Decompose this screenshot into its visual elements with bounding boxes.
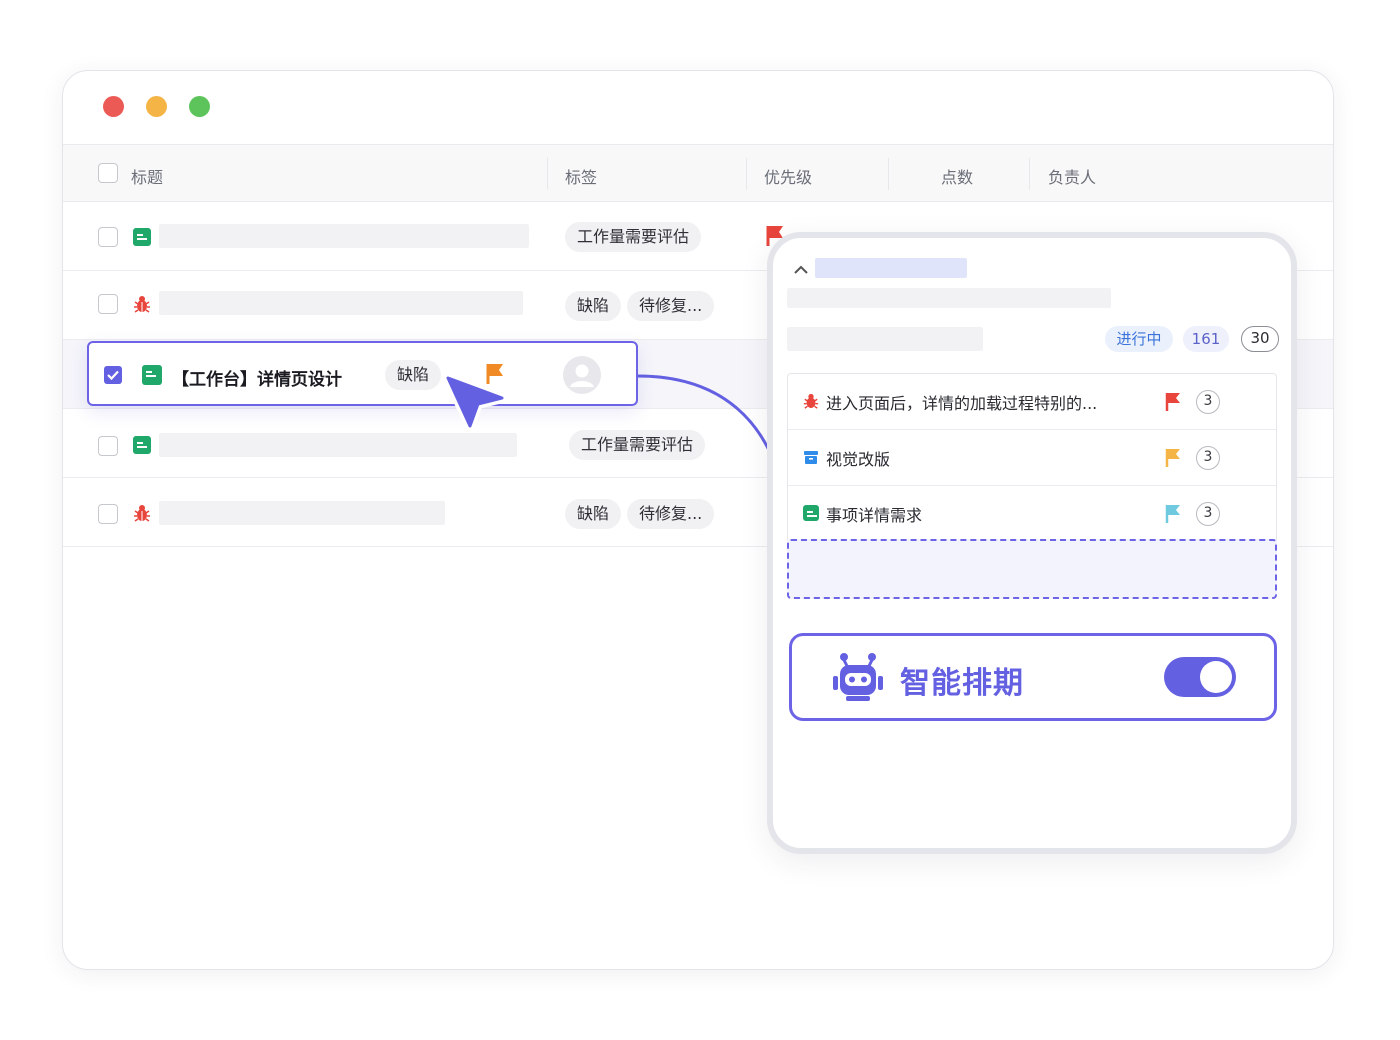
flag-icon [1165, 505, 1180, 523]
list-item-title: 进入页面后，详情的加载过程特别的... [826, 394, 1098, 413]
tag-chip[interactable]: 待修复... [627, 499, 715, 529]
row-checkbox[interactable] [98, 436, 118, 456]
column-divider [547, 158, 548, 190]
chevron-up-icon[interactable] [793, 264, 809, 276]
bug-icon [134, 505, 150, 522]
status-badge[interactable]: 进行中 [1105, 326, 1173, 352]
maximize-window-button[interactable] [189, 96, 210, 117]
select-all-checkbox[interactable] [98, 163, 118, 183]
requirement-icon [142, 365, 162, 385]
column-header-assignee[interactable]: 负责人 [1048, 164, 1096, 188]
tag-chip[interactable]: 缺陷 [565, 291, 622, 321]
sprint-panel: 进行中 161 30 进入页面后，详情的加载过程特别的... 3 视觉改版 3 … [767, 232, 1297, 854]
list-item-title: 视觉改版 [826, 450, 891, 469]
row-checkbox[interactable] [98, 294, 118, 314]
robot-icon [833, 653, 883, 701]
smart-schedule-toggle[interactable] [1164, 657, 1236, 697]
points-badge: 3 [1196, 390, 1220, 414]
column-divider [888, 158, 889, 190]
title-placeholder [159, 224, 529, 248]
drop-zone[interactable] [787, 539, 1277, 599]
minimize-window-button[interactable] [146, 96, 167, 117]
toggle-knob [1200, 661, 1232, 693]
dragged-item-title: 【工作台】详情页设计 [172, 370, 342, 390]
column-header-priority[interactable]: 优先级 [764, 164, 812, 188]
requirement-icon [133, 228, 151, 246]
points-count-badge: 30 [1241, 326, 1279, 352]
tag-chip[interactable]: 工作量需要评估 [565, 222, 702, 252]
flag-icon [1165, 393, 1180, 411]
requirement-icon [133, 436, 151, 454]
column-header-points[interactable]: 点数 [941, 164, 973, 188]
flag-icon [1165, 449, 1180, 467]
mouse-cursor-icon [443, 373, 507, 431]
title-placeholder [159, 501, 445, 525]
row-checkbox[interactable] [98, 504, 118, 524]
archive-box-icon [804, 451, 818, 464]
dragged-item-card[interactable]: 【工作台】详情页设计 缺陷 [87, 341, 638, 406]
points-badge: 3 [1196, 502, 1220, 526]
tag-chip[interactable]: 缺陷 [385, 360, 442, 390]
sprint-name-placeholder [815, 258, 967, 278]
table-header: 标题 标签 优先级 点数 负责人 [63, 144, 1333, 202]
tag-chip[interactable]: 缺陷 [565, 499, 622, 529]
close-window-button[interactable] [103, 96, 124, 117]
list-item-title: 事项详情需求 [826, 506, 923, 525]
row-checkbox-checked[interactable] [104, 366, 122, 384]
tag-chip[interactable]: 待修复... [627, 291, 715, 321]
points-badge: 3 [1196, 446, 1220, 470]
bug-icon [134, 296, 150, 313]
list-item[interactable]: 事项详情需求 3 [788, 486, 1276, 542]
sprint-date-placeholder [787, 327, 983, 351]
sprint-item-list: 进入页面后，详情的加载过程特别的... 3 视觉改版 3 事项详情需求 3 [787, 373, 1277, 543]
issue-count-badge: 161 [1183, 326, 1229, 352]
title-placeholder [159, 433, 517, 457]
title-placeholder [159, 291, 523, 315]
check-icon [107, 370, 119, 381]
bug-icon [803, 393, 819, 409]
smart-schedule-label: 智能排期 [900, 666, 1024, 701]
smart-schedule-panel: 智能排期 [789, 633, 1277, 721]
list-item[interactable]: 视觉改版 3 [788, 430, 1276, 486]
avatar[interactable] [563, 356, 601, 394]
column-divider [1029, 158, 1030, 190]
tag-chip[interactable]: 工作量需要评估 [569, 430, 706, 460]
row-checkbox[interactable] [98, 227, 118, 247]
sprint-desc-placeholder [787, 288, 1111, 308]
column-header-tags[interactable]: 标签 [565, 164, 597, 188]
list-item[interactable]: 进入页面后，详情的加载过程特别的... 3 [788, 374, 1276, 430]
column-divider [746, 158, 747, 190]
requirement-icon [803, 505, 819, 521]
column-header-title[interactable]: 标题 [131, 164, 163, 188]
